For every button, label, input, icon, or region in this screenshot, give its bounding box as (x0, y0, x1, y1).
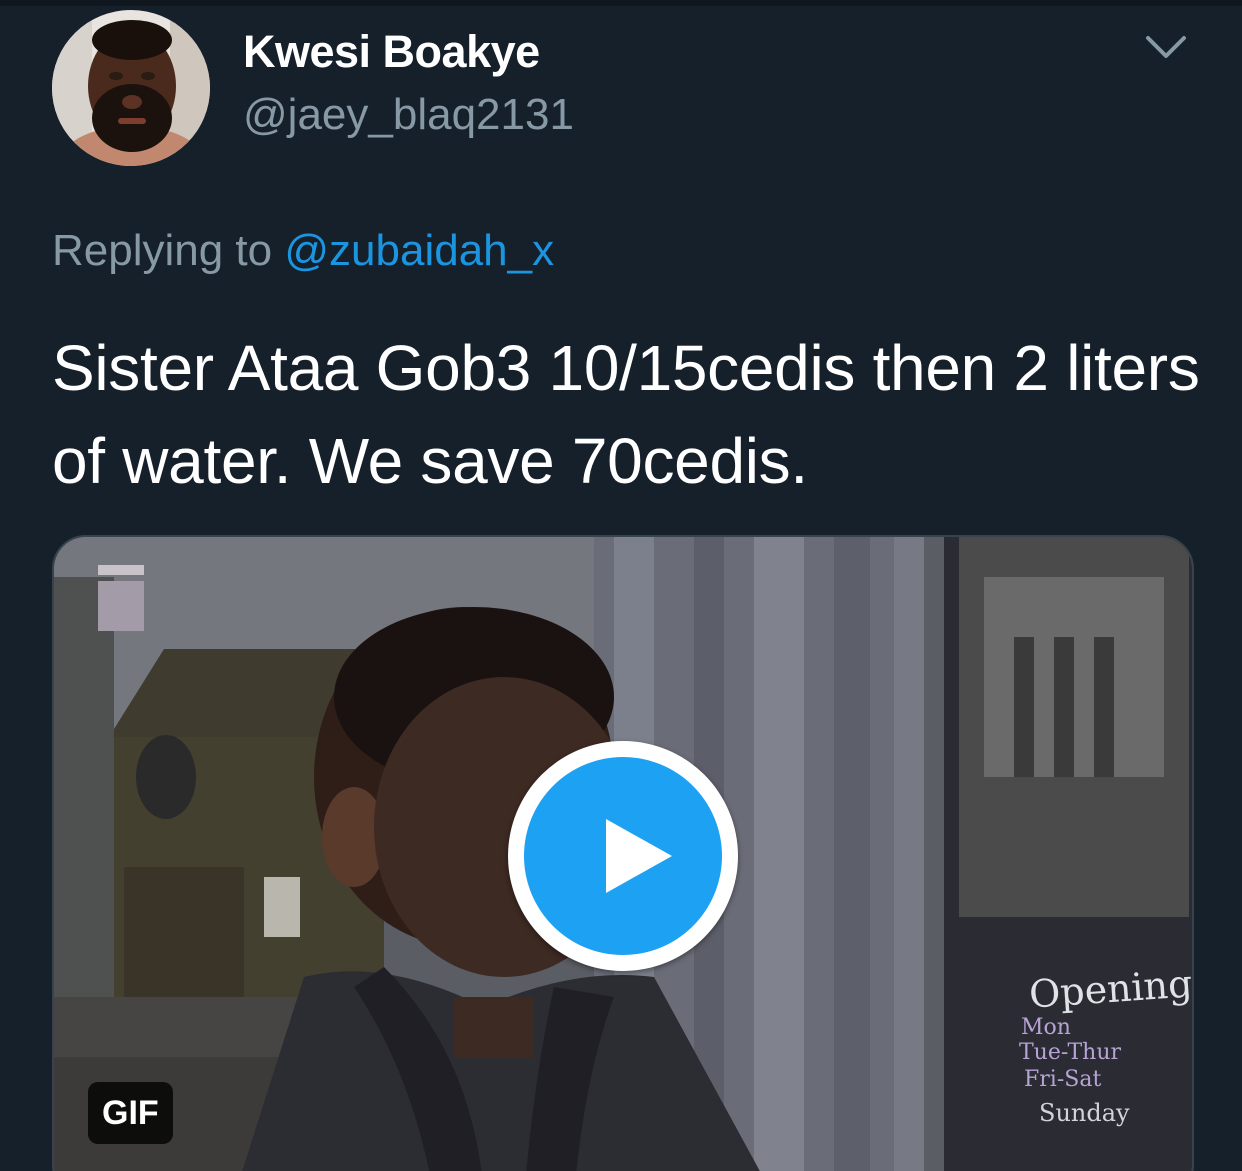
reply-context: Replying to @zubaidah_x (52, 226, 554, 276)
top-strip (0, 0, 1242, 6)
avatar[interactable] (52, 10, 210, 166)
sign-line: Mon (1021, 1015, 1071, 1040)
reply-prefix: Replying to (52, 226, 273, 275)
display-name[interactable]: Kwesi Boakye (243, 26, 540, 78)
chevron-down-icon[interactable] (1144, 30, 1188, 66)
gif-badge: GIF (88, 1082, 173, 1144)
play-button[interactable] (508, 741, 738, 971)
user-handle[interactable]: @jaey_blaq2131 (243, 90, 574, 140)
avatar-image (52, 10, 210, 166)
sign-line: Tue-Thur (1019, 1040, 1122, 1065)
sign-line: Fri-Sat (1024, 1067, 1102, 1092)
tweet-card: Kwesi Boakye @jaey_blaq2131 Replying to … (0, 0, 1242, 1171)
play-icon (524, 757, 722, 955)
sign-line: Sunday (1039, 1099, 1130, 1127)
play-triangle (606, 819, 672, 893)
tweet-text: Sister Ataa Gob3 10/15cedis then 2 liter… (52, 332, 1200, 497)
reply-to-link[interactable]: @zubaidah_x (284, 226, 554, 275)
gif-media[interactable]: Opening Mon Tue-Thur Fri-Sat Sunday GIF (52, 535, 1194, 1171)
